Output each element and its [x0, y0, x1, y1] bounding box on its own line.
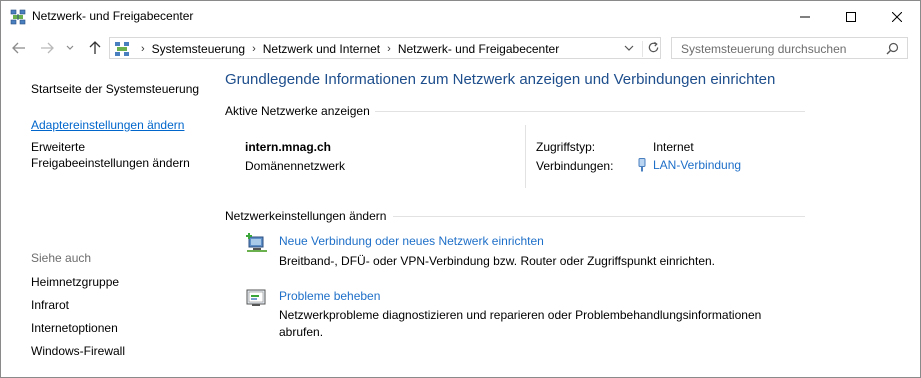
- link-internet-options[interactable]: Internetoptionen: [31, 320, 118, 336]
- chevron-down-icon: [624, 45, 634, 51]
- network-name: intern.mnag.ch: [245, 140, 332, 154]
- back-button[interactable]: [11, 40, 27, 56]
- chevron-down-icon: [66, 45, 74, 50]
- new-connection-icon: [245, 233, 269, 253]
- address-dropdown-button[interactable]: [624, 42, 636, 54]
- chevron-right-icon[interactable]: ›: [252, 43, 256, 55]
- access-type-label: Zugriffstyp:: [536, 140, 596, 154]
- main-pane: Grundlegende Informationen zum Netzwerk …: [213, 67, 920, 377]
- chevron-right-icon[interactable]: ›: [387, 43, 391, 55]
- arrow-up-icon: [89, 41, 101, 54]
- minimize-button[interactable]: [782, 1, 828, 32]
- link-troubleshoot[interactable]: Probleme beheben: [279, 289, 380, 303]
- new-connection-description: Breitband-, DFÜ- oder VPN-Verbindung bzw…: [279, 254, 715, 268]
- link-control-panel-home[interactable]: Startseite der Systemsteuerung: [31, 81, 199, 97]
- link-advanced-sharing-settings[interactable]: Erweiterte Freigabeeinstellungen ändern: [31, 139, 190, 171]
- search-icon[interactable]: [886, 42, 899, 55]
- window-title: Netzwerk- und Freigabecenter: [32, 9, 194, 23]
- minimize-icon: [800, 16, 810, 17]
- link-homegroup[interactable]: Heimnetzgruppe: [31, 274, 119, 290]
- breadcrumb: › Systemsteuerung › Netzwerk und Interne…: [134, 42, 559, 56]
- section-divider: [375, 111, 805, 112]
- refresh-button[interactable]: [642, 41, 663, 57]
- up-button[interactable]: [87, 40, 103, 56]
- connections-label: Verbindungen:: [536, 159, 614, 173]
- link-infrared[interactable]: Infrarot: [31, 297, 69, 313]
- arrow-left-icon: [12, 42, 25, 54]
- maximize-icon: [846, 11, 856, 22]
- breadcrumb-item-freigabecenter[interactable]: Netzwerk- und Freigabecenter: [398, 42, 559, 56]
- control-panel-icon: [114, 41, 130, 60]
- refresh-icon: [648, 41, 659, 53]
- link-new-connection[interactable]: Neue Verbindung oder neues Netzwerk einr…: [279, 234, 544, 248]
- breadcrumb-item-systemsteuerung[interactable]: Systemsteuerung: [152, 42, 245, 56]
- maximize-button[interactable]: [828, 1, 874, 32]
- connection-link[interactable]: LAN-Verbindung: [637, 158, 741, 172]
- breadcrumb-item-netzwerk-internet[interactable]: Netzwerk und Internet: [263, 42, 380, 56]
- troubleshoot-icon: [245, 288, 269, 308]
- ethernet-icon: [637, 158, 647, 172]
- left-pane: Startseite der Systemsteuerung Adapterei…: [1, 67, 213, 377]
- link-change-adapter-settings[interactable]: Adaptereinstellungen ändern: [31, 117, 184, 133]
- see-also-heading: Siehe auch: [31, 251, 92, 265]
- link-windows-firewall[interactable]: Windows-Firewall: [31, 343, 125, 359]
- vertical-divider: [525, 125, 526, 188]
- recent-pages-button[interactable]: [65, 40, 75, 56]
- chevron-right-icon: ›: [141, 43, 145, 55]
- access-type-value: Internet: [653, 140, 694, 154]
- section-active-networks: Aktive Netzwerke anzeigen: [225, 104, 370, 118]
- link-advanced-sharing-line2: Freigabeeinstellungen ändern: [31, 156, 190, 170]
- search-input[interactable]: Systemsteuerung durchsuchen: [681, 42, 846, 56]
- window: Netzwerk- und Freigabecenter › Systemste…: [0, 0, 921, 378]
- troubleshoot-description: Netzwerkprobleme diagnostizieren und rep…: [279, 308, 762, 339]
- title-bar: Netzwerk- und Freigabecenter: [1, 1, 920, 32]
- close-icon: [892, 11, 902, 22]
- close-button[interactable]: [874, 1, 920, 32]
- page-title: Grundlegende Informationen zum Netzwerk …: [225, 71, 776, 88]
- section-change-settings: Netzwerkeinstellungen ändern: [225, 209, 387, 223]
- address-bar[interactable]: › Systemsteuerung › Netzwerk und Interne…: [109, 37, 661, 59]
- search-box[interactable]: Systemsteuerung durchsuchen: [671, 37, 908, 59]
- network-icon: [10, 9, 26, 25]
- section-divider: [393, 216, 805, 217]
- connection-link-label: LAN-Verbindung: [653, 158, 742, 172]
- arrow-right-icon: [41, 42, 54, 54]
- link-advanced-sharing-line1: Erweiterte: [31, 140, 86, 154]
- forward-button[interactable]: [39, 40, 55, 56]
- network-type: Domänennetzwerk: [245, 159, 346, 173]
